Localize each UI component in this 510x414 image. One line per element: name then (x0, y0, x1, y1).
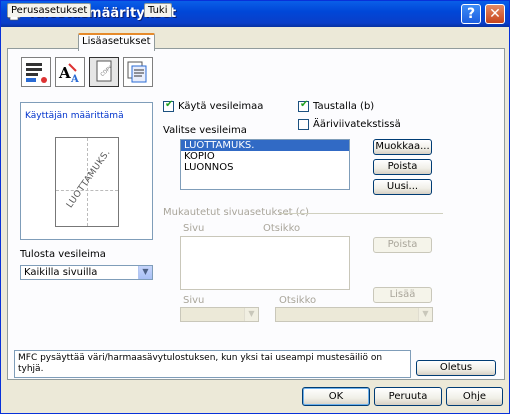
dialog-window: Tulostusmääritykset ? ✕ Perusasetukset L… (0, 0, 510, 414)
svg-text:A: A (70, 74, 79, 85)
custom-pages-list[interactable] (180, 236, 350, 290)
print-quality-icon[interactable] (21, 57, 51, 87)
checkmark-icon: ✔ (165, 99, 174, 110)
scaling-icon[interactable]: A A (55, 57, 85, 87)
list-item[interactable]: KOPIO (181, 151, 349, 162)
title-field-label: Otsikko (279, 295, 317, 306)
watermark-list[interactable]: LUOTTAMUKS. KOPIO LUONNOS (180, 139, 350, 190)
new-watermark-button[interactable]: Uusi... (373, 179, 432, 195)
column-title-header: Otsikko (263, 223, 301, 234)
background-checkbox[interactable]: ✔ (298, 99, 309, 112)
watermark-preview: Käyttäjän määrittämä LUOTTAMUKS. (20, 102, 153, 240)
outline-text-checkbox[interactable] (298, 119, 309, 130)
chevron-down-icon[interactable]: ▼ (244, 308, 258, 321)
preview-page: LUOTTAMUKS. (55, 137, 119, 227)
column-page-header: Sivu (183, 223, 205, 234)
defaults-button[interactable]: Oletus (416, 360, 496, 376)
add-custom-button[interactable]: Lisää (373, 287, 432, 303)
list-item[interactable]: LUOTTAMUKS. (181, 140, 349, 151)
checkmark-icon: ✔ (300, 99, 309, 110)
help-button[interactable]: Ohje (446, 387, 503, 406)
cancel-button[interactable]: Peruuta (374, 387, 442, 406)
list-item[interactable]: LUONNOS (181, 162, 349, 173)
print-watermark-label: Tulosta vesileima (20, 249, 106, 260)
use-watermark-label: Käytä vesileimaa (178, 101, 264, 112)
page-field-label: Sivu (183, 295, 205, 306)
title-select[interactable]: ▼ (275, 307, 433, 322)
help-title-button[interactable]: ? (461, 4, 481, 24)
select-watermark-label: Valitse vesileima (163, 125, 247, 136)
svg-text:A: A (58, 64, 71, 82)
tab-tuki[interactable]: Tuki (144, 3, 172, 17)
preview-label: Käyttäjän määrittämä (25, 111, 124, 121)
tab-lisaasetukset[interactable]: Lisäasetukset (78, 33, 155, 51)
tab-perusasetukset[interactable]: Perusasetukset (7, 3, 92, 17)
page-settings-icon[interactable] (123, 57, 153, 87)
edit-watermark-button[interactable]: Muokkaa... (373, 139, 432, 155)
close-button[interactable]: ✕ (485, 4, 505, 24)
background-label: Taustalla (b) (313, 101, 375, 112)
print-watermark-value: Kaikilla sivuilla (24, 267, 98, 278)
print-watermark-select[interactable]: Kaikilla sivuilla ▼ (20, 265, 153, 280)
delete-watermark-button[interactable]: Poista (373, 159, 432, 175)
group-divider (279, 213, 443, 214)
chevron-down-icon[interactable]: ▼ (418, 308, 432, 321)
status-message: MFC pysäyttää väri/harmaasävytulostuksen… (14, 350, 411, 378)
ok-button[interactable]: OK (302, 387, 370, 406)
use-watermark-checkbox[interactable]: ✔ (163, 99, 174, 112)
outline-text-label: Ääriviivatekstissä (313, 119, 401, 130)
chevron-down-icon[interactable]: ▼ (138, 266, 152, 279)
page-select[interactable]: ▼ (180, 307, 259, 322)
delete-custom-button[interactable]: Poista (373, 237, 432, 253)
watermark-icon[interactable]: COPY (89, 57, 119, 87)
preview-watermark-text: LUOTTAMUKS. (65, 147, 113, 211)
